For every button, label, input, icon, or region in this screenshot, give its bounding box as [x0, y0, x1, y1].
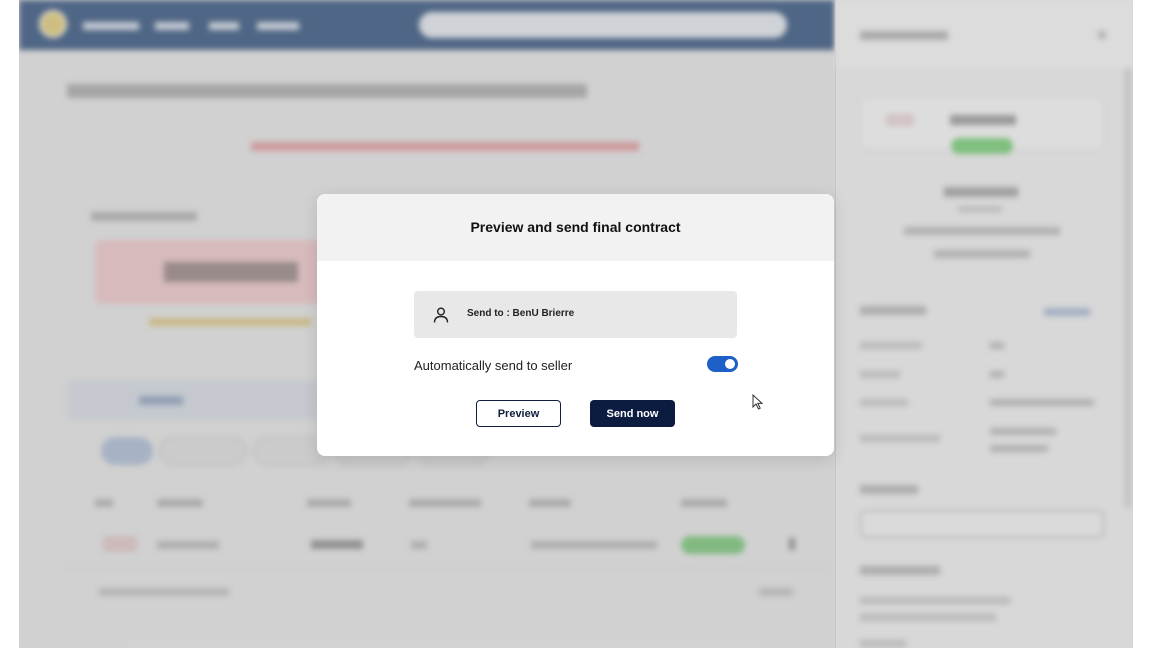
recipient-label: Send to : BenU Brierre — [467, 308, 575, 319]
send-contract-modal: Preview and send final contract Send to … — [317, 194, 834, 456]
app-window: Preview and send final contract Send to … — [19, 0, 1133, 648]
modal-title: Preview and send final contract — [470, 219, 681, 235]
mouse-pointer-icon — [752, 394, 764, 410]
recipient-box: Send to : BenU Brierre — [414, 291, 737, 338]
toggle-knob — [725, 359, 735, 369]
auto-send-toggle[interactable] — [707, 356, 738, 372]
person-icon — [433, 307, 449, 323]
modal-header: Preview and send final contract — [317, 194, 834, 261]
auto-send-label: Automatically send to seller — [414, 358, 573, 373]
preview-button[interactable]: Preview — [476, 400, 561, 427]
send-now-button[interactable]: Send now — [590, 400, 675, 427]
